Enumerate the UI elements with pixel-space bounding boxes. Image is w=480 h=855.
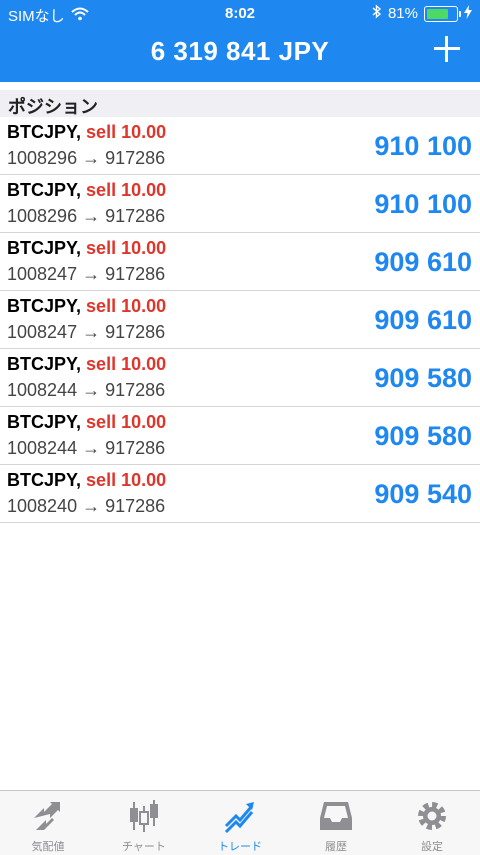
profit-value: 910 100 [374, 189, 472, 219]
symbol-label: BTCJPY, [7, 122, 82, 142]
price-range: 1008240 → 917286 [7, 496, 166, 516]
price-range: 1008247 → 917286 [7, 322, 166, 342]
position-row[interactable]: BTCJPY, sell 10.00 1008296 → 917286 910 … [0, 117, 480, 175]
symbol-label: BTCJPY, [7, 180, 82, 200]
tab-quotes[interactable]: 気配値 [0, 791, 96, 855]
price-range: 1008244 → 917286 [7, 438, 166, 458]
battery-icon [424, 5, 461, 22]
gear-icon [418, 802, 446, 830]
position-row[interactable]: BTCJPY, sell 10.00 1008296 → 917286 910 … [0, 175, 480, 233]
side-volume: sell 10.00 [86, 412, 167, 432]
side-volume: sell 10.00 [86, 180, 167, 200]
price-range: 1008296 → 917286 [7, 148, 166, 168]
profit-value: 909 540 [374, 479, 472, 509]
positions-list: BTCJPY, sell 10.00 1008296 → 917286 910 … [0, 117, 480, 523]
side-volume: sell 10.00 [86, 238, 167, 258]
battery-percent: 81% [387, 5, 418, 22]
position-row[interactable]: BTCJPY, sell 10.00 1008244 → 917286 909 … [0, 407, 480, 465]
tab-chart[interactable]: チャート [96, 791, 192, 855]
tab-trade[interactable]: トレード [192, 791, 288, 855]
tab-settings[interactable]: 設定 [384, 791, 480, 855]
tab-label: トレード [218, 841, 262, 853]
history-tray-icon [320, 802, 352, 830]
tab-history[interactable]: 履歴 [288, 791, 384, 855]
profit-value: 909 580 [374, 421, 472, 451]
price-range: 1008244 → 917286 [7, 380, 166, 400]
positions-section-header: ポジション [0, 90, 480, 117]
tab-bar: 気配値 チャート トレード 履歴 設定 [0, 790, 480, 855]
tab-label: 設定 [421, 841, 443, 853]
symbol-label: BTCJPY, [7, 470, 82, 490]
status-bar: SIMなし 8:02 81% [0, 0, 480, 26]
position-row[interactable]: BTCJPY, sell 10.00 1008247 → 917286 909 … [0, 291, 480, 349]
side-volume: sell 10.00 [86, 296, 167, 316]
charging-icon [464, 4, 472, 23]
symbol-label: BTCJPY, [7, 238, 82, 258]
position-row[interactable]: BTCJPY, sell 10.00 1008244 → 917286 909 … [0, 349, 480, 407]
position-row[interactable]: BTCJPY, sell 10.00 1008247 → 917286 909 … [0, 233, 480, 291]
profit-value: 909 610 [374, 247, 472, 277]
symbol-label: BTCJPY, [7, 354, 82, 374]
symbol-label: BTCJPY, [7, 412, 82, 432]
app-header: SIMなし 8:02 81% 6 319 841 JPY [0, 0, 480, 82]
profit-value: 909 610 [374, 305, 472, 335]
tab-label: 気配値 [31, 841, 65, 853]
tab-label: 履歴 [325, 841, 347, 853]
position-row[interactable]: BTCJPY, sell 10.00 1008240 → 917286 909 … [0, 465, 480, 523]
side-volume: sell 10.00 [86, 354, 167, 374]
tab-label: チャート [122, 841, 166, 853]
symbol-label: BTCJPY, [7, 296, 82, 316]
side-volume: sell 10.00 [86, 122, 167, 142]
candlestick-icon [130, 800, 158, 832]
side-volume: sell 10.00 [86, 470, 167, 490]
price-range: 1008296 → 917286 [7, 206, 166, 226]
profit-value: 910 100 [374, 131, 472, 161]
section-title: ポジション [8, 97, 98, 117]
trade-icon [224, 802, 254, 834]
bluetooth-icon [372, 4, 382, 23]
account-balance-title: 6 319 841 JPY [150, 36, 330, 66]
add-order-button[interactable] [432, 34, 462, 64]
price-range: 1008247 → 917286 [7, 264, 166, 284]
quotes-icon [34, 802, 60, 830]
profit-value: 909 580 [374, 363, 472, 393]
